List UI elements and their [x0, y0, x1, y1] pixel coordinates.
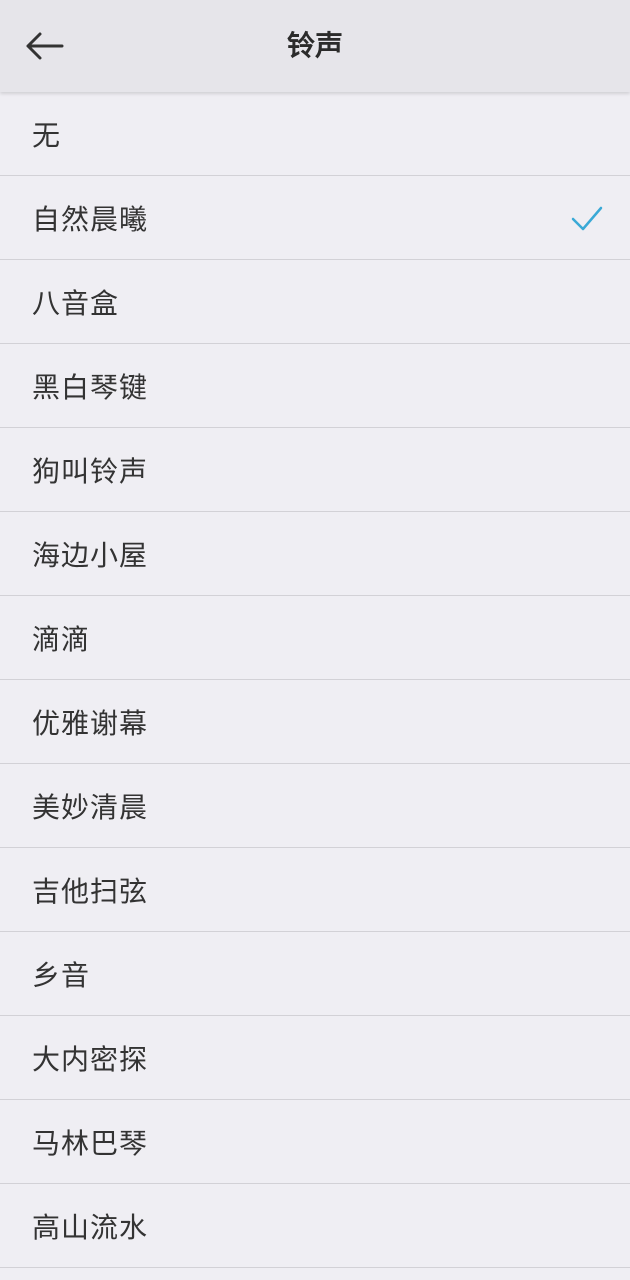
arrow-left-icon [26, 32, 64, 60]
page-title: 铃声 [286, 29, 343, 62]
ringtone-item[interactable]: 优雅谢幕 [0, 680, 630, 764]
ringtone-item[interactable]: 狗叫铃声 [0, 428, 630, 512]
ringtone-label: 美妙清晨 [32, 790, 149, 824]
ringtone-item[interactable]: 黑白琴键 [0, 344, 630, 428]
ringtone-item[interactable]: 高山流水 [0, 1184, 630, 1268]
ringtone-label: 马林巴琴 [32, 1126, 149, 1160]
ringtone-item[interactable]: 美妙清晨 [0, 764, 630, 848]
ringtone-item[interactable]: 海边小屋 [0, 512, 630, 596]
ringtone-label: 无 [32, 118, 62, 152]
ringtone-item[interactable]: 滴滴 [0, 596, 630, 680]
ringtone-label: 大内密探 [32, 1042, 149, 1076]
back-button[interactable] [14, 20, 74, 72]
ringtone-item[interactable]: 八音盒 [0, 260, 630, 344]
ringtone-item[interactable]: 无 [0, 92, 630, 176]
ringtone-item[interactable]: 吉他扫弦 [0, 848, 630, 932]
ringtone-label: 八音盒 [32, 286, 120, 320]
top-bar: 铃声 [0, 0, 630, 92]
ringtone-label: 优雅谢幕 [32, 706, 149, 740]
ringtone-list: 无 自然晨曦 八音盒 黑白琴键 狗叫铃声 海边小屋 滴滴 优雅谢幕 美妙清晨 吉… [0, 92, 630, 1268]
ringtone-label: 海边小屋 [32, 538, 149, 572]
ringtone-item[interactable]: 大内密探 [0, 1016, 630, 1100]
ringtone-label: 黑白琴键 [32, 370, 149, 404]
ringtone-label: 狗叫铃声 [32, 454, 149, 488]
ringtone-label: 高山流水 [32, 1210, 149, 1244]
ringtone-item[interactable]: 自然晨曦 [0, 176, 630, 260]
ringtone-label: 滴滴 [32, 622, 91, 656]
ringtone-item[interactable]: 马林巴琴 [0, 1100, 630, 1184]
ringtone-label: 自然晨曦 [32, 202, 149, 236]
ringtone-label: 乡音 [32, 958, 91, 992]
checkmark-icon [571, 206, 603, 230]
ringtone-label: 吉他扫弦 [32, 874, 149, 908]
ringtone-item[interactable]: 乡音 [0, 932, 630, 1016]
